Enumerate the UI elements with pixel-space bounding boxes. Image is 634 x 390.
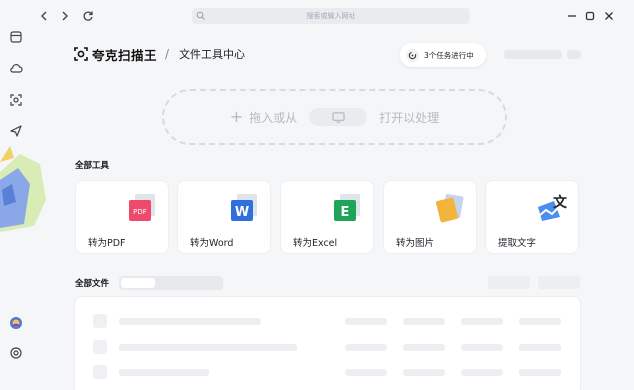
title-separator: / [165,47,170,61]
task-progress-icon [406,48,419,62]
view-toggle-button[interactable] [538,276,580,289]
drop-zone[interactable]: + 拖入或从 打开以处理 [162,89,507,145]
document-icon[interactable] [9,30,23,44]
file-name-placeholder [119,318,261,325]
tasks-in-progress-button[interactable]: 3个任务进行中 [400,43,486,67]
file-meta-placeholder [403,369,445,376]
tool-label-to-image: 转为图片 [396,238,435,249]
send-icon[interactable] [9,124,23,138]
excel-icon: E [334,194,360,221]
tool-label-to-pdf: 转为PDF [88,238,126,249]
minimize-icon[interactable] [566,10,578,22]
close-icon[interactable] [603,10,615,22]
left-rail [0,0,32,390]
maximize-icon[interactable] [584,10,596,22]
tool-card-to-excel[interactable]: E 转为Excel [280,180,374,254]
logo-icon [74,47,88,61]
refresh-icon[interactable] [81,9,95,23]
file-meta-placeholder [345,344,387,351]
file-meta-placeholder [519,344,561,351]
file-meta-placeholder [461,344,503,351]
file-filter-active-tab[interactable] [121,278,155,288]
svg-text:PDF: PDF [133,208,147,216]
tool-label-extract-text: 提取文字 [498,238,537,249]
header-placeholder [504,50,562,59]
dropzone-text-right: 打开以处理 [379,110,440,125]
file-name-placeholder [119,369,209,376]
file-thumbnail [93,314,107,328]
search-icon [196,11,205,20]
file-meta-placeholder [345,318,387,325]
tool-card-to-image[interactable]: 转为图片 [383,180,477,254]
file-meta-placeholder [519,318,561,325]
address-placeholder: 搜索或输入网址 [306,12,356,20]
tool-label-to-excel: 转为Excel [293,238,338,249]
sort-button[interactable] [488,276,530,289]
header-placeholder-small [567,50,581,59]
settings-icon[interactable] [9,346,23,360]
tasks-label: 3个任务进行中 [424,50,474,60]
file-meta-placeholder [403,344,445,351]
file-name-placeholder [119,344,297,351]
list-item[interactable] [93,314,563,328]
back-icon[interactable] [37,9,51,23]
dropzone-text-left: 拖入或从 [249,110,298,125]
monitor-icon [332,111,345,123]
text-extract-icon: 文 [538,194,568,221]
avatar[interactable] [9,316,23,330]
cloud-icon[interactable] [9,61,23,75]
address-bar[interactable]: 搜索或输入网址 [192,8,470,24]
tool-label-to-word: 转为Word [190,238,234,249]
list-item[interactable] [93,365,563,379]
tool-card-to-word[interactable]: W 转为Word [177,180,271,254]
file-meta-placeholder [345,369,387,376]
files-section-title: 全部文件 [75,279,110,289]
file-meta-placeholder [403,318,445,325]
file-filter-tabs[interactable] [119,276,223,290]
file-thumbnail [93,365,107,379]
forward-icon[interactable] [58,9,72,23]
file-meta-placeholder [461,369,503,376]
plus-icon: + [229,107,244,126]
svg-text:W: W [235,205,249,220]
app-window: 搜索或输入网址 夸克扫描王 / 文件工具中心 3个任务进行中 + 拖入或从 打开… [0,0,634,390]
pdf-icon: PDF [129,194,155,221]
image-icon [436,193,464,223]
list-item[interactable] [93,340,563,354]
app-header: 夸克扫描王 / 文件工具中心 [74,45,245,63]
open-device-button[interactable] [309,108,368,126]
brand-name: 夸克扫描王 [92,47,158,63]
tool-card-to-pdf[interactable]: PDF 转为PDF [75,180,169,254]
svg-text:E: E [341,205,350,220]
file-meta-placeholder [461,318,503,325]
word-icon: W [231,194,257,221]
file-list [74,296,581,390]
file-thumbnail [93,340,107,354]
scan-icon[interactable] [9,93,23,107]
tools-section-title: 全部工具 [75,161,110,171]
svg-text:文: 文 [553,194,568,211]
page-title: 文件工具中心 [179,48,246,61]
tool-card-extract-text[interactable]: 文 提取文字 [485,180,579,254]
top-bar: 搜索或输入网址 [32,0,634,34]
file-meta-placeholder [519,369,561,376]
